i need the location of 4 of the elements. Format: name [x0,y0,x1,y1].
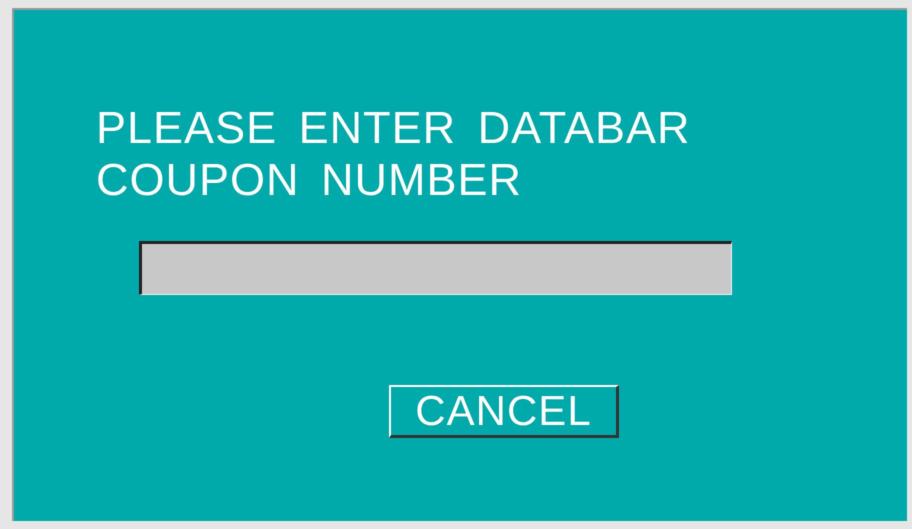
prompt-text: PLEASE ENTER DATABAR [96,102,690,154]
prompt-text: COUPON NUMBER [96,154,524,206]
cancel-button[interactable]: CANCEL [389,385,619,438]
coupon-number-field[interactable] [139,241,732,295]
